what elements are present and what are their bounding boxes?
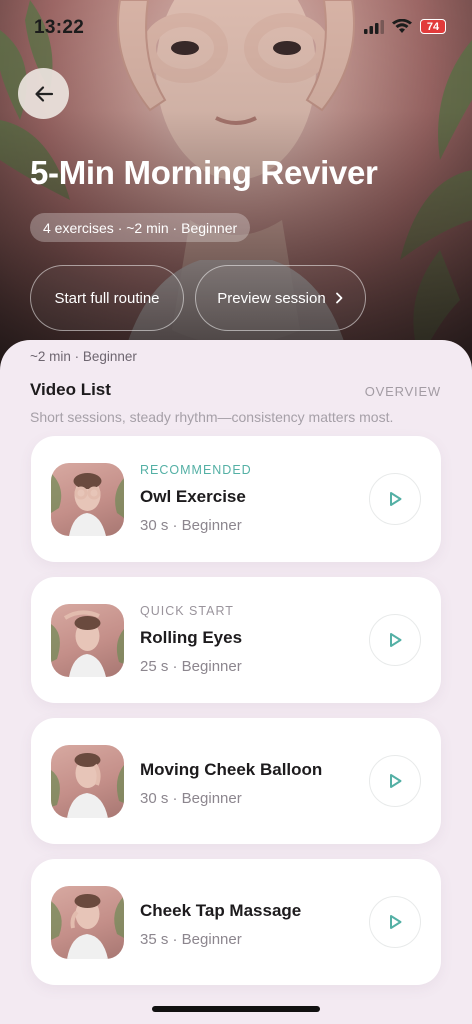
list-subtitle: Short sessions, steady rhythm—consistenc… xyxy=(30,409,394,425)
preview-session-label: Preview session xyxy=(217,289,326,307)
battery-icon: 74 xyxy=(420,19,446,34)
home-indicator[interactable] xyxy=(152,1006,320,1012)
exercise-title: Cheek Tap Massage xyxy=(140,901,302,920)
start-routine-label: Start full routine xyxy=(54,289,160,307)
exercise-thumbnail xyxy=(51,886,124,959)
video-list-sheet: ~2 min · Beginner Video List OVERVIEW Sh… xyxy=(0,340,472,1024)
play-icon xyxy=(390,492,402,506)
exercise-tag: QUICK START xyxy=(140,604,234,618)
play-icon xyxy=(390,633,402,647)
exercise-meta: 25 s · Beginner xyxy=(140,658,242,675)
exercise-card[interactable]: QUICK START Rolling Eyes 25 s · Beginner xyxy=(31,577,441,703)
preview-session-button[interactable]: Preview session xyxy=(195,265,366,331)
exercise-card[interactable]: Cheek Tap Massage 35 s · Beginner xyxy=(31,859,441,985)
signal-icon xyxy=(364,19,384,34)
play-button[interactable] xyxy=(369,755,421,807)
exercise-thumbnail xyxy=(51,604,124,677)
wifi-icon xyxy=(392,19,412,33)
exercise-card[interactable]: RECOMMENDED Owl Exercise 30 s · Beginner xyxy=(31,436,441,562)
play-icon xyxy=(390,915,402,929)
exercise-title: Moving Cheek Balloon xyxy=(140,760,323,779)
play-icon xyxy=(390,774,402,788)
exercise-meta: 35 s · Beginner xyxy=(140,931,242,948)
exercise-meta: 30 s · Beginner xyxy=(140,517,242,534)
exercise-title: Rolling Eyes xyxy=(140,628,243,647)
status-time: 13:22 xyxy=(34,17,85,38)
exercise-meta: 30 s · Beginner xyxy=(140,790,242,807)
play-button[interactable] xyxy=(369,473,421,525)
status-bar: 13:22 74 xyxy=(0,0,472,56)
play-button[interactable] xyxy=(369,614,421,666)
chevron-right-icon xyxy=(335,292,343,304)
exercise-card[interactable]: Moving Cheek Balloon 30 s · Beginner xyxy=(31,718,441,844)
status-icons: 74 xyxy=(364,19,446,34)
sheet-meta: ~2 min · Beginner xyxy=(30,349,137,364)
exercise-tag: RECOMMENDED xyxy=(140,463,252,477)
overview-link[interactable]: OVERVIEW xyxy=(365,384,441,399)
video-list-title: Video List xyxy=(30,380,111,399)
back-arrow-icon xyxy=(34,85,53,102)
back-button[interactable] xyxy=(18,68,69,119)
page-title: 5-Min Morning Reviver xyxy=(30,154,378,191)
start-routine-button[interactable]: Start full routine xyxy=(30,265,184,331)
exercise-thumbnail xyxy=(51,745,124,818)
exercise-title: Owl Exercise xyxy=(140,487,246,506)
routine-meta-badge: 4 exercises · ~2 min · Beginner xyxy=(30,213,251,242)
play-button[interactable] xyxy=(369,896,421,948)
exercise-thumbnail xyxy=(51,463,124,536)
